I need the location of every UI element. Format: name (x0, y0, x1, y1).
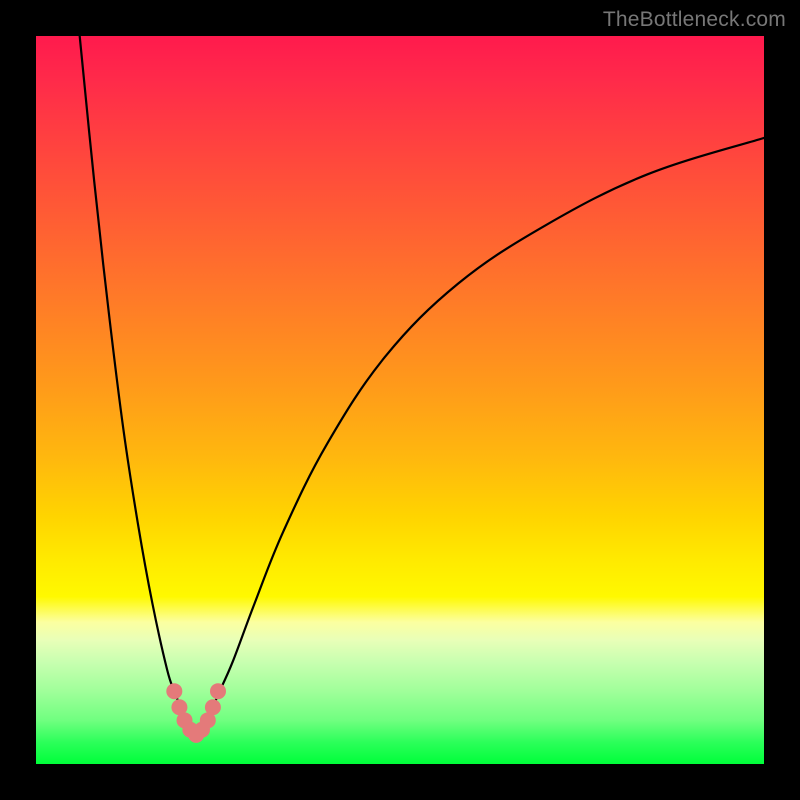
chart-frame: TheBottleneck.com (0, 0, 800, 800)
marker-dot (210, 683, 226, 699)
curve-layer (36, 36, 764, 764)
highlight-markers (166, 683, 226, 743)
marker-dot (166, 683, 182, 699)
bottleneck-curve (80, 36, 764, 735)
plot-area (36, 36, 764, 764)
watermark-text: TheBottleneck.com (603, 8, 786, 32)
marker-dot (205, 699, 221, 715)
